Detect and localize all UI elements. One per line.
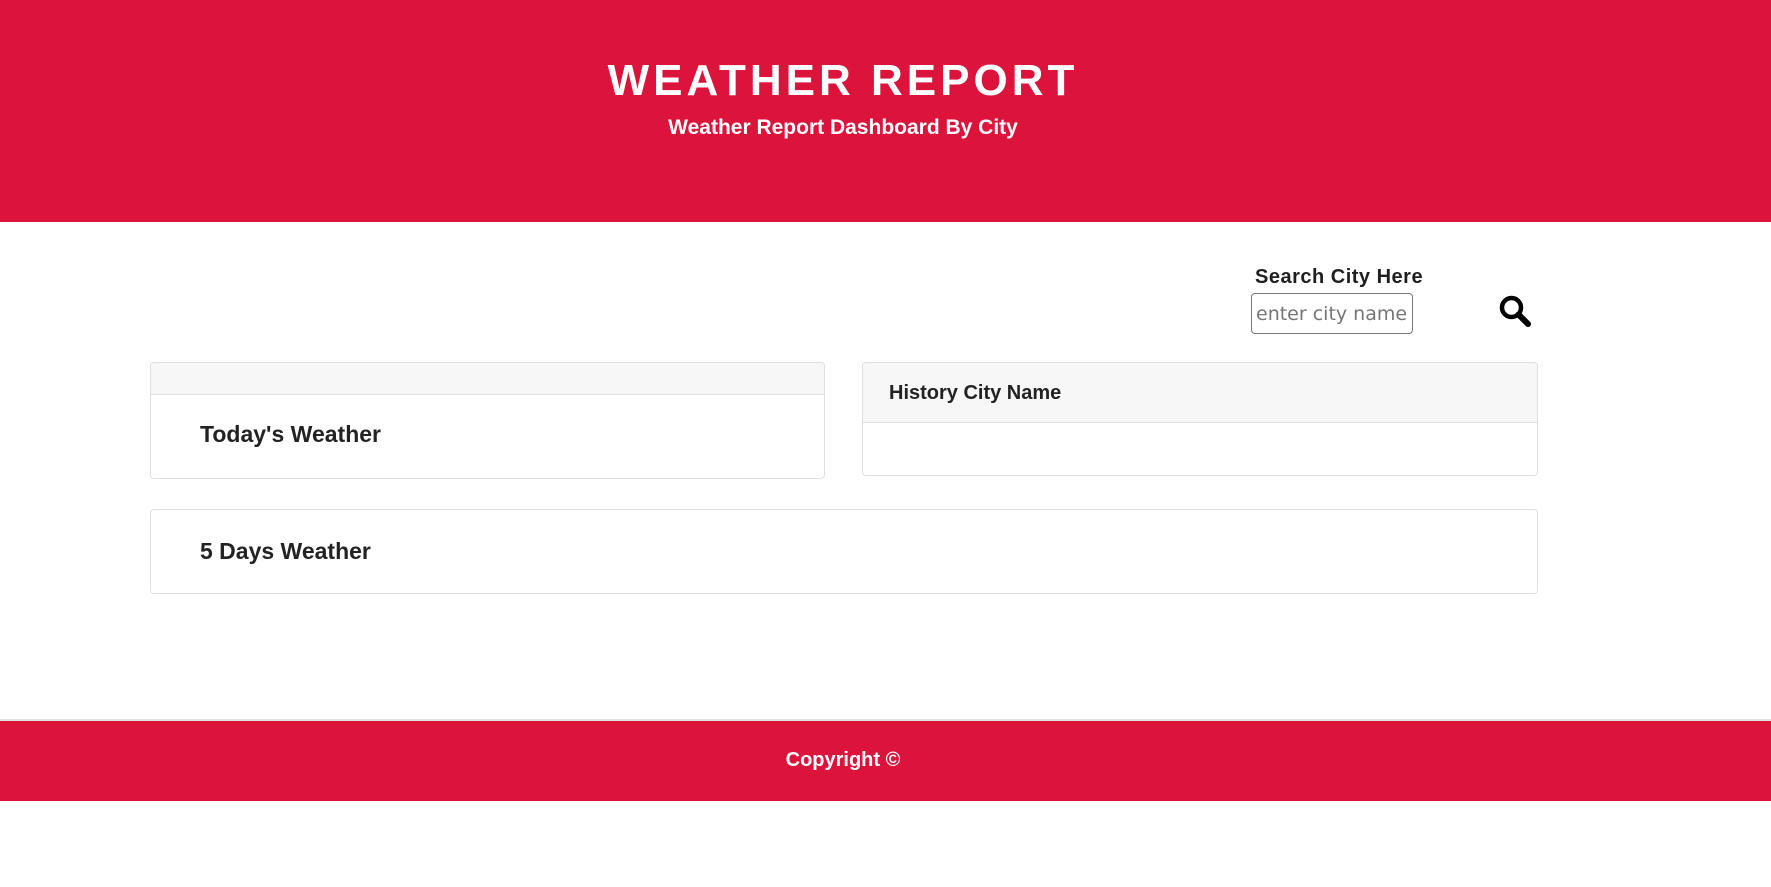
todays-weather-title: Today's Weather xyxy=(200,421,382,447)
search-label: Search City Here xyxy=(1255,266,1424,288)
history-card: History City Name xyxy=(862,362,1538,476)
page-subtitle: Weather Report Dashboard By City xyxy=(668,116,1018,139)
city-search-input[interactable] xyxy=(1251,293,1413,334)
page-footer: Copyright © xyxy=(0,721,1771,801)
search-icon xyxy=(1499,295,1531,327)
copyright-text: Copyright © xyxy=(785,749,901,771)
search-button[interactable] xyxy=(1496,293,1534,331)
five-day-forecast-title: 5 Days Weather xyxy=(200,538,371,564)
todays-weather-card-header xyxy=(151,363,824,395)
todays-weather-card: Today's Weather xyxy=(150,362,825,479)
five-day-forecast-card: 5 Days Weather xyxy=(150,509,1538,594)
history-title: History City Name xyxy=(863,363,1537,423)
page-header: WEATHER REPORT Weather Report Dashboard … xyxy=(0,0,1771,222)
page-title: WEATHER REPORT xyxy=(607,56,1079,105)
